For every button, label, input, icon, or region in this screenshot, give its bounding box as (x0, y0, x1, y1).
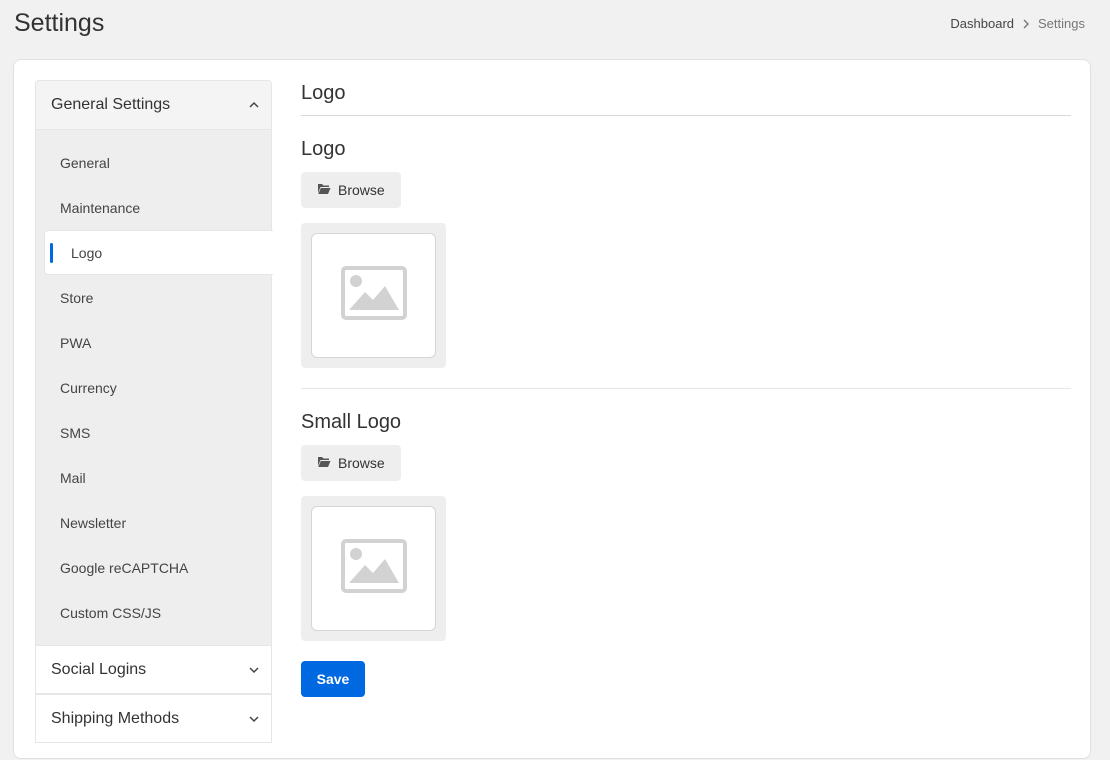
sidebar-item-logo[interactable]: Logo (44, 230, 273, 275)
sidebar-item-label: Google reCAPTCHA (60, 559, 189, 576)
page-header: Settings Dashboard Settings (0, 0, 1110, 56)
accordion-shipping-methods[interactable]: Shipping Methods (35, 694, 272, 743)
small-logo-preview-box (311, 506, 436, 631)
accordion-social-logins[interactable]: Social Logins (35, 645, 272, 694)
logo-preview (301, 223, 446, 368)
folder-open-icon (317, 182, 331, 198)
sidebar-item-label: PWA (60, 334, 92, 351)
breadcrumb: Dashboard Settings (950, 16, 1085, 31)
chevron-down-icon (247, 712, 261, 726)
field-divider (301, 388, 1071, 389)
field-label: Logo (301, 138, 346, 160)
chevron-right-icon (1014, 17, 1038, 31)
accordion-label: General Settings (51, 96, 171, 113)
logo-settings-panel: Logo Logo Browse Small Logo Browse Save (301, 80, 1071, 697)
sidebar-item-newsletter[interactable]: Newsletter (36, 500, 271, 545)
sidebar-item-maintenance[interactable]: Maintenance (36, 185, 271, 230)
accordion-general-settings[interactable]: General Settings (35, 80, 272, 130)
chevron-up-icon (247, 98, 261, 112)
chevron-down-icon (247, 663, 261, 677)
browse-label: Browse (338, 455, 385, 471)
sidebar-item-mail[interactable]: Mail (36, 455, 271, 500)
breadcrumb-dashboard-link[interactable]: Dashboard (950, 16, 1014, 31)
small-logo-browse-button[interactable]: Browse (301, 445, 401, 481)
browse-label: Browse (338, 182, 385, 198)
folder-open-icon (317, 455, 331, 471)
sidebar-item-label: Newsletter (60, 514, 127, 531)
logo-preview-box (311, 233, 436, 358)
sidebar-item-general[interactable]: General (36, 140, 271, 185)
save-button[interactable]: Save (301, 661, 365, 697)
small-logo-field: Small Logo Browse (301, 411, 1071, 641)
field-label: Small Logo (301, 411, 402, 433)
sidebar-item-label: SMS (60, 424, 91, 441)
sidebar-item-label: Custom CSS/JS (60, 604, 162, 621)
sidebar-item-sms[interactable]: SMS (36, 410, 271, 455)
accordion-label: Shipping Methods (51, 709, 180, 727)
section-title: Logo (301, 80, 1071, 116)
image-placeholder-icon (340, 266, 407, 325)
sidebar-item-currency[interactable]: Currency (36, 365, 271, 410)
sidebar-item-label: Logo (71, 244, 103, 261)
logo-field: Logo Browse (301, 138, 1071, 368)
sidebar-item-label: Mail (60, 469, 86, 486)
settings-sidebar: General Settings General Maintenance Log… (35, 80, 273, 760)
accordion-label: Social Logins (51, 660, 147, 678)
sidebar-item-custom-css-js[interactable]: Custom CSS/JS (36, 590, 271, 635)
logo-browse-button[interactable]: Browse (301, 172, 401, 208)
sidebar-item-google-recaptcha[interactable]: Google reCAPTCHA (36, 545, 271, 590)
breadcrumb-current: Settings (1038, 16, 1085, 31)
page-title: Settings (14, 9, 105, 37)
sidebar-item-label: Maintenance (60, 199, 141, 216)
small-logo-preview (301, 496, 446, 641)
image-placeholder-icon (340, 539, 407, 598)
sidebar-item-store[interactable]: Store (36, 275, 271, 320)
settings-card: General Settings General Maintenance Log… (13, 59, 1091, 759)
sidebar-item-pwa[interactable]: PWA (36, 320, 271, 365)
sidebar-item-label: Currency (60, 379, 117, 396)
sidebar-item-label: Store (60, 289, 94, 306)
sidebar-item-label: General (60, 154, 110, 171)
general-settings-menu: General Maintenance Logo Store PWA Curre… (35, 130, 273, 645)
